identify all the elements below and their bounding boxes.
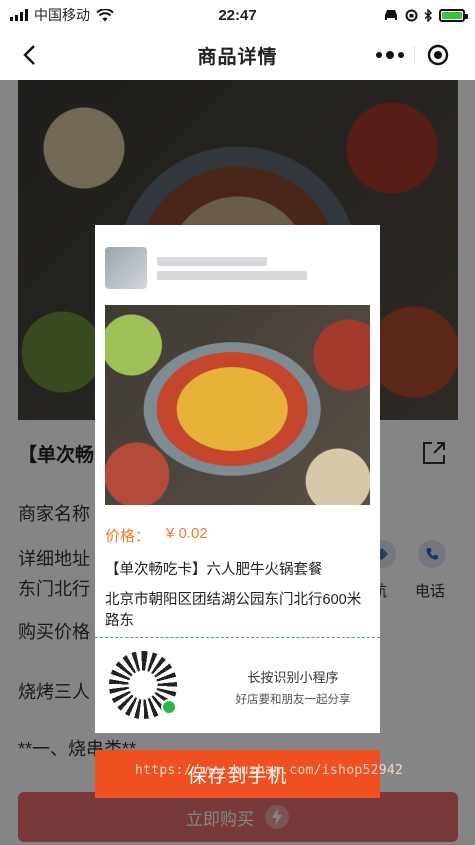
poster-divider xyxy=(95,637,380,638)
watermark: https://www.huzhan.com/ishop52942 xyxy=(135,763,404,778)
qr-subtitle: 好店要和朋友一起分享 xyxy=(235,694,351,706)
more-button[interactable] xyxy=(367,50,414,59)
status-bar: 中国移动 22:47 xyxy=(0,0,475,30)
user-avatar xyxy=(105,247,147,289)
user-message-blurred xyxy=(157,270,307,280)
carrier-label: 中国移动 xyxy=(34,7,90,23)
nav-bar: 商品详情 xyxy=(0,30,475,80)
rotation-lock-icon xyxy=(405,9,418,21)
chevron-left-icon xyxy=(23,45,35,65)
qr-title: 长按识别小程序 xyxy=(247,670,339,685)
back-button[interactable] xyxy=(14,40,44,70)
user-nickname-blurred xyxy=(157,256,267,266)
signal-icon xyxy=(10,9,28,21)
poster-product-image xyxy=(105,305,370,505)
wifi-icon xyxy=(96,8,114,21)
poster-address: 北京市朝阳区团结湖公园东门北行600米路东 xyxy=(105,592,362,629)
car-icon xyxy=(385,10,397,20)
share-poster-card: 价格： ¥ 0.02 【单次畅吃卡】六人肥牛火锅套餐 北京市朝阳区团结湖公园东门… xyxy=(95,225,380,733)
close-miniprogram-button[interactable] xyxy=(415,44,462,66)
poster-price-label: 价格： xyxy=(105,528,151,545)
poster-price-value: ¥ 0.02 xyxy=(166,525,208,542)
target-icon xyxy=(427,44,448,66)
battery-icon xyxy=(439,8,468,22)
miniprogram-badge-icon xyxy=(161,699,177,715)
miniprogram-capsule xyxy=(367,38,461,72)
poster-product-name: 【单次畅吃卡】六人肥牛火锅套餐 xyxy=(105,562,323,578)
poster-user-header xyxy=(105,243,370,293)
page-title: 商品详情 xyxy=(197,46,278,68)
bluetooth-icon xyxy=(424,8,433,22)
poster-price: 价格： ¥ 0.02 xyxy=(105,525,208,546)
